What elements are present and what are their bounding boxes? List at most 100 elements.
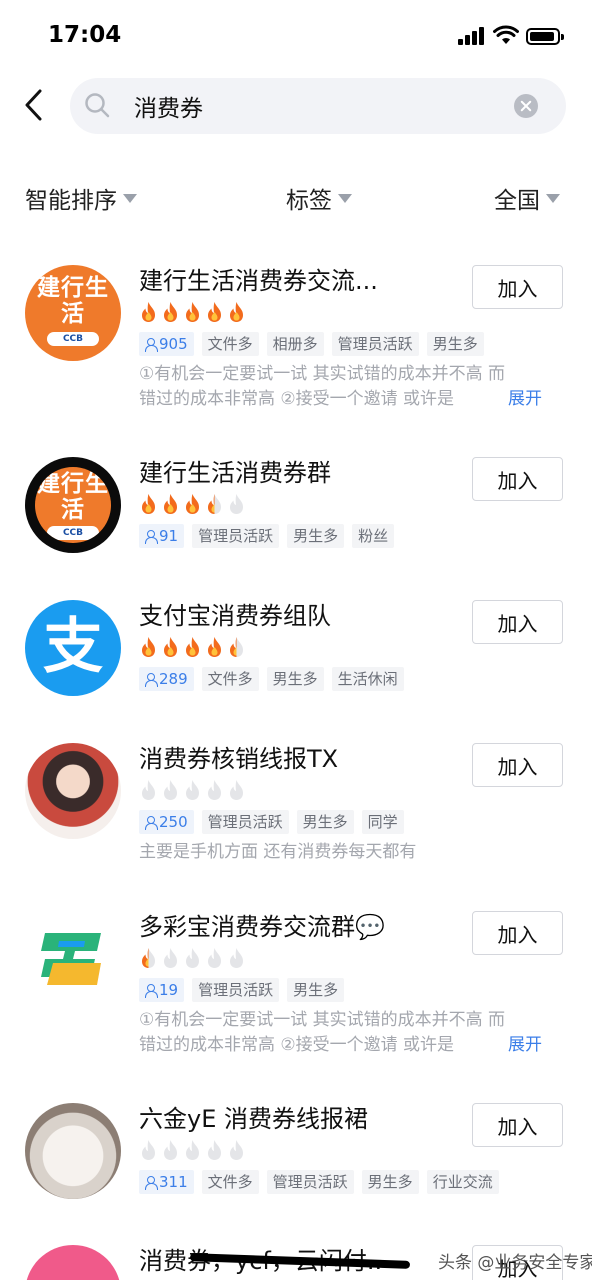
description-line: 错过的成本非常高 ②接受一个邀请 或许是	[139, 389, 455, 409]
person-icon	[145, 337, 158, 352]
search-box[interactable]	[70, 78, 566, 134]
activity-flames	[139, 947, 246, 969]
group-description: ①有机会一定要试一试 其实试错的成本并不高 而 错过的成本非常高 ②接受一个邀请…	[139, 1008, 567, 1058]
member-count: 250	[159, 813, 188, 831]
ccb-badge: CCB	[47, 526, 99, 540]
avatar-logo-text: 建行生活	[37, 471, 109, 523]
search-input[interactable]	[134, 88, 494, 124]
group-name: 六金yE 消费券线报裙	[139, 1105, 368, 1133]
dropdown-triangle-icon	[338, 193, 352, 203]
group-description: ①有机会一定要试一试 其实试错的成本并不高 而 错过的成本非常高 ②接受一个邀请…	[139, 362, 567, 412]
group-tag: 粉丝	[352, 524, 395, 548]
group-list-item[interactable]: 支 支付宝消费券组队 加入 289 文件多 男生多 生活休闲	[0, 600, 592, 710]
group-name: 多彩宝消费券交流群💬	[139, 913, 385, 941]
activity-flames	[139, 301, 246, 323]
flame-icon	[208, 637, 221, 657]
avatar-inner: 建行生活 CCB	[35, 467, 111, 543]
flame-icon	[208, 494, 221, 514]
activity-flames	[139, 1139, 246, 1161]
join-button[interactable]: 加入	[472, 911, 563, 955]
group-list-item[interactable]: 六金yE 消费券线报裙 加入 311 文件多 管理员活跃 男生多 行业交流	[0, 1103, 592, 1213]
member-count-tag: 19	[139, 978, 185, 1002]
member-count: 311	[159, 1173, 188, 1191]
group-tag: 管理员活跃	[331, 332, 419, 356]
member-count-tag: 91	[139, 524, 185, 548]
group-list-item[interactable]: 建行生活 CCB 建行生活消费券群 加入 91 管理员活跃 男生多 粉丝	[0, 457, 592, 567]
flame-icon	[208, 302, 221, 322]
flame-icon	[230, 1140, 243, 1160]
cellular-signal-icon	[458, 27, 486, 45]
join-button[interactable]: 加入	[472, 457, 563, 501]
flame-icon	[230, 494, 243, 514]
flame-icon	[208, 948, 221, 968]
group-tag: 管理员活跃	[192, 978, 280, 1002]
avatar-logo-text: 建行生活	[37, 275, 109, 327]
group-tag: 相册多	[266, 332, 324, 356]
flame-icon	[230, 948, 243, 968]
alipay-logo-icon: 支	[43, 612, 103, 682]
description-line: ①有机会一定要试一试 其实试错的成本并不高 而	[139, 364, 506, 384]
member-count-tag: 289	[139, 667, 194, 691]
flame-icon	[142, 637, 155, 657]
group-description: 主要是手机方面 还有消费券每天都有	[139, 840, 567, 865]
member-count: 91	[159, 527, 179, 545]
description-line: ①有机会一定要试一试 其实试错的成本并不高 而	[139, 1010, 506, 1030]
group-tag: 生活休闲	[331, 667, 404, 691]
region-filter[interactable]: 全国	[494, 180, 560, 216]
flame-icon	[142, 302, 155, 322]
tags-filter[interactable]: 标签	[286, 180, 352, 216]
status-bar: 17:04	[0, 0, 592, 72]
group-avatar: 建行生活 CCB	[25, 265, 121, 361]
flame-icon	[142, 1140, 155, 1160]
sort-filter-label: 智能排序	[25, 188, 117, 214]
flame-icon	[230, 780, 243, 800]
clear-icon[interactable]	[514, 94, 538, 118]
group-tag: 男生多	[426, 332, 484, 356]
group-avatar	[25, 1103, 121, 1199]
group-tag: 同学	[361, 810, 404, 834]
group-list-item[interactable]: 消费券核销线报TX 加入 250 管理员活跃 男生多 同学 主要是手机方面 还有…	[0, 743, 592, 873]
ccb-badge: CCB	[47, 332, 99, 346]
group-avatar: 支	[25, 600, 121, 696]
sort-filter[interactable]: 智能排序	[25, 180, 137, 216]
dropdown-triangle-icon	[546, 193, 560, 203]
flame-icon	[208, 780, 221, 800]
member-count: 905	[159, 335, 188, 353]
person-icon	[145, 815, 158, 830]
flame-icon	[208, 1140, 221, 1160]
group-list-item[interactable]: 建行生活 CCB 建行生活消费券交流... 加入 905 文件多 相册多 管理员…	[0, 265, 592, 415]
group-tags: 905 文件多 相册多 管理员活跃 男生多	[139, 332, 484, 356]
join-button[interactable]: 加入	[472, 1103, 563, 1147]
flame-icon	[142, 780, 155, 800]
activity-flames	[139, 636, 246, 658]
person-icon	[145, 672, 158, 687]
flame-icon	[164, 1140, 177, 1160]
join-button[interactable]: 加入	[472, 600, 563, 644]
flame-icon	[164, 948, 177, 968]
group-avatar	[25, 1245, 121, 1280]
region-filter-label: 全国	[494, 188, 540, 214]
group-tags: 250 管理员活跃 男生多 同学	[139, 810, 404, 834]
join-button[interactable]: 加入	[472, 265, 563, 309]
group-name: 建行生活消费券交流...	[139, 267, 378, 295]
group-tag: 管理员活跃	[192, 524, 280, 548]
join-button[interactable]: 加入	[472, 743, 563, 787]
status-time: 17:04	[48, 22, 122, 48]
group-tags: 289 文件多 男生多 生活休闲	[139, 667, 404, 691]
group-list-item[interactable]: 多彩宝消费券交流群💬 加入 19 管理员活跃 男生多 ①有机会一定要试一试 其实…	[0, 911, 592, 1061]
dropdown-triangle-icon	[123, 193, 137, 203]
group-avatar: 建行生活 CCB	[25, 457, 121, 553]
group-tags: 311 文件多 管理员活跃 男生多 行业交流	[139, 1170, 499, 1194]
expand-link[interactable]: 展开	[504, 387, 542, 412]
back-arrow-icon[interactable]	[20, 88, 50, 122]
person-icon	[145, 1175, 158, 1190]
group-tags: 91 管理员活跃 男生多 粉丝	[139, 524, 395, 548]
expand-link[interactable]: 展开	[504, 1033, 542, 1058]
flame-icon	[164, 780, 177, 800]
group-tags: 19 管理员活跃 男生多	[139, 978, 345, 1002]
group-tag: 管理员活跃	[266, 1170, 354, 1194]
watermark: 头条 @业务安全专家	[438, 1253, 592, 1273]
flame-icon	[186, 637, 199, 657]
person-icon	[145, 529, 158, 544]
person-icon	[145, 983, 158, 998]
